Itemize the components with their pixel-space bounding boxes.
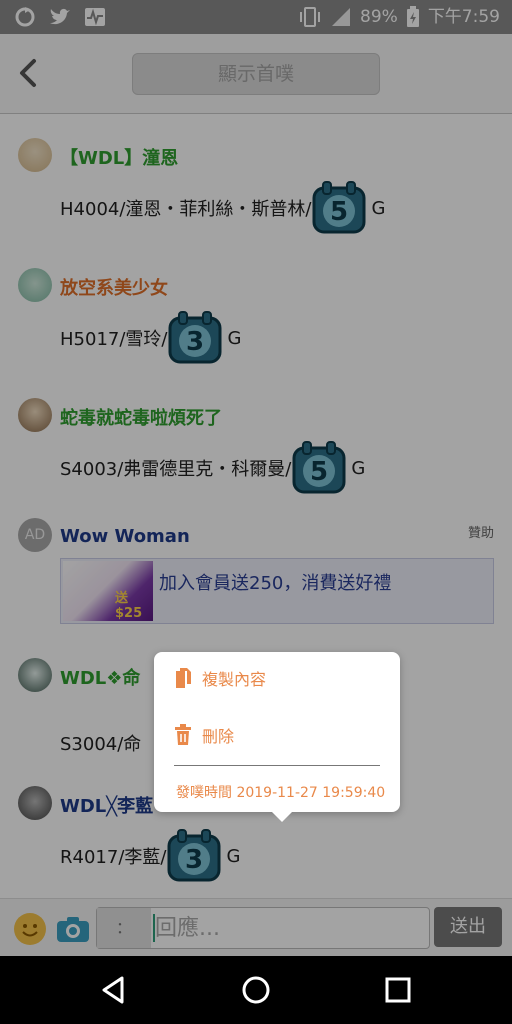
menu-divider — [174, 765, 380, 766]
post-time: 發噗時間 2019-11-27 19:59:40 — [176, 785, 386, 801]
nav-back-icon — [102, 976, 124, 1004]
nav-home-button[interactable] — [240, 974, 272, 1006]
modal-overlay[interactable] — [0, 0, 512, 956]
copy-label: 複製內容 — [202, 670, 267, 689]
post-context-menu: 複製內容 刪除 發噗時間 2019-11-27 19:59:40 — [154, 652, 400, 822]
nav-home-icon — [242, 976, 270, 1004]
nav-recents-icon — [385, 977, 411, 1003]
nav-back-button[interactable] — [98, 974, 130, 1006]
copy-icon — [176, 668, 191, 688]
delete-label: 刪除 — [202, 727, 235, 746]
system-nav-bar — [0, 956, 512, 1024]
popup-arrow — [272, 812, 292, 822]
delete-menu-item[interactable]: 刪除 — [174, 719, 384, 751]
copy-content-menu-item[interactable]: 複製內容 — [174, 662, 384, 694]
nav-recents-button[interactable] — [382, 974, 414, 1006]
trash-icon — [175, 724, 191, 745]
